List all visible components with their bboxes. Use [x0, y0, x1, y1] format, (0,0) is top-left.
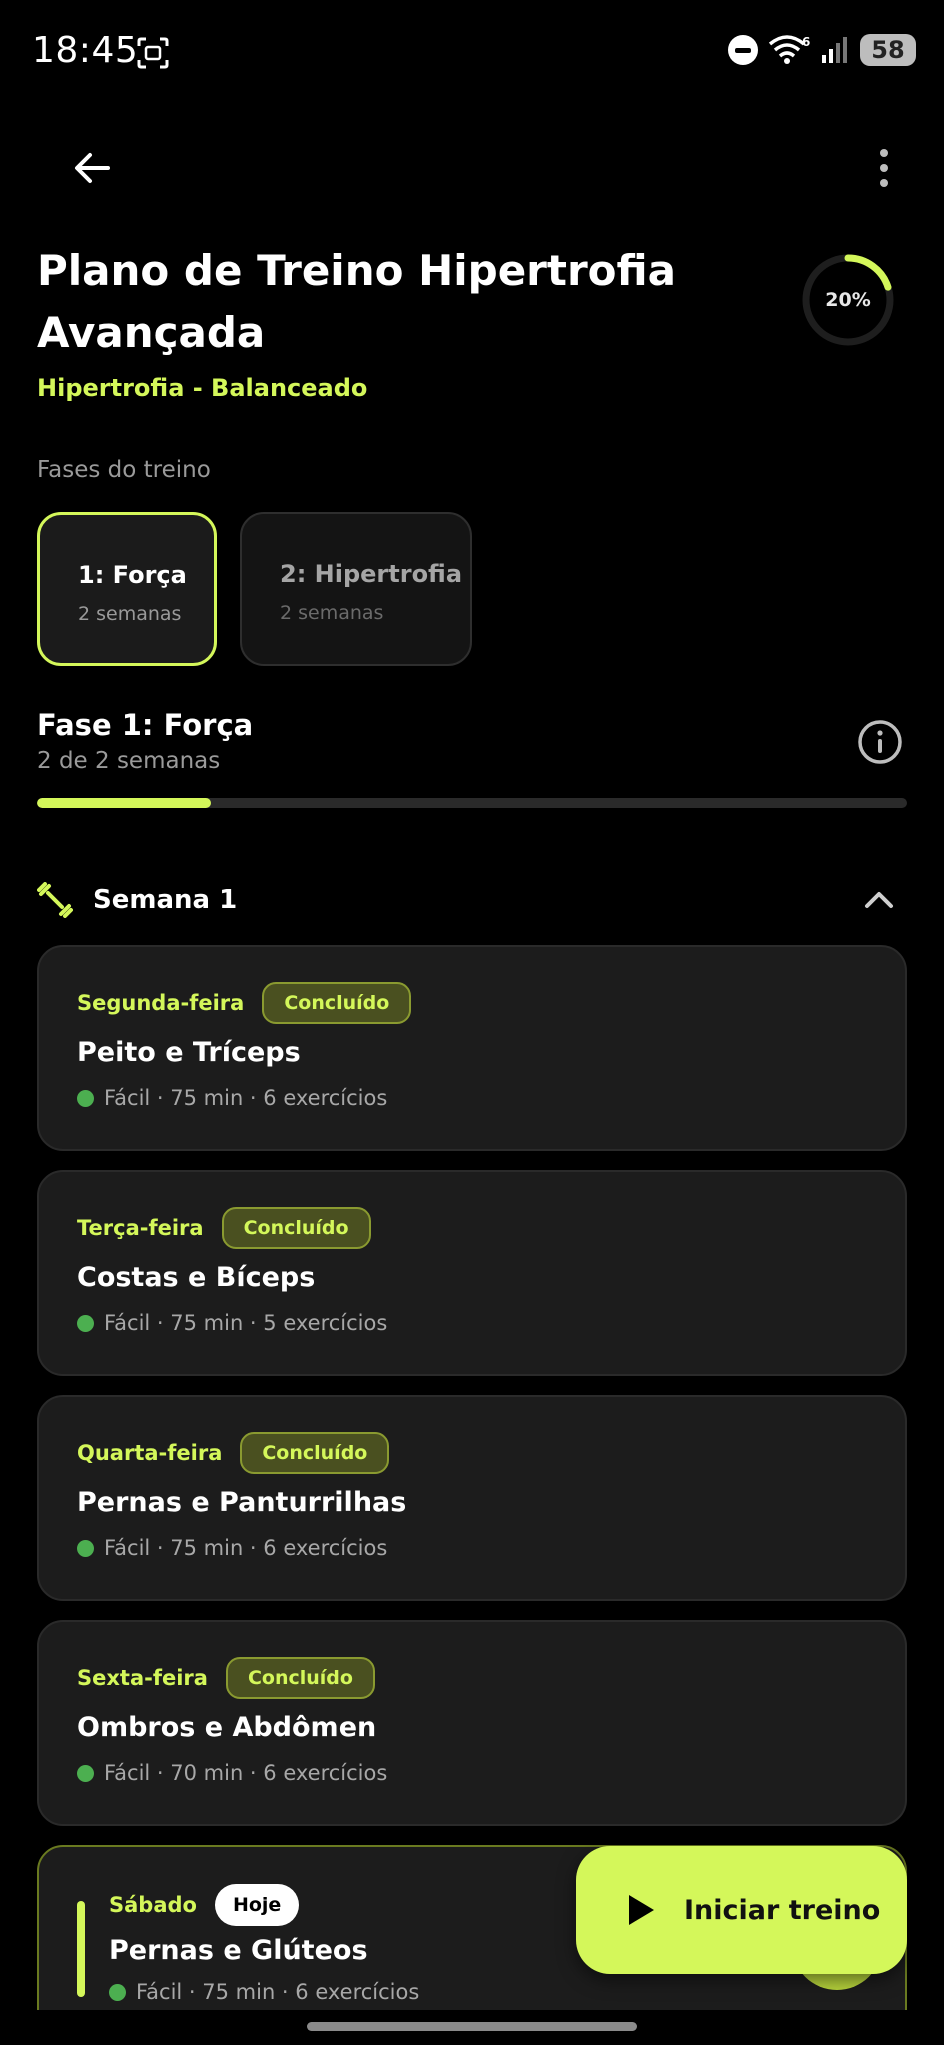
week-header[interactable]: Semana 1 — [37, 868, 907, 932]
workout-title: Costas e Bíceps — [77, 1262, 316, 1293]
plan-progress-label: 20% — [825, 289, 871, 311]
do-not-disturb-icon — [728, 35, 758, 65]
more-options-button[interactable] — [864, 140, 904, 196]
play-icon — [629, 1895, 654, 1925]
difficulty-dot-icon — [109, 1983, 126, 2001]
dumbbell-icon — [37, 882, 73, 918]
day-card-terca[interactable]: Terça-feira Concluído Costas e Bíceps Fá… — [37, 1170, 907, 1376]
more-dot-icon — [880, 179, 888, 187]
more-dot-icon — [880, 164, 888, 172]
signal-icon — [822, 37, 847, 63]
day-name: Terça-feira — [77, 1216, 204, 1240]
phase-weeks: 2 semanas — [280, 602, 384, 624]
phase-progress-fill — [37, 798, 211, 808]
day-name: Sexta-feira — [77, 1666, 208, 1690]
plan-subtitle: Hipertrofia - Balanceado — [37, 374, 368, 402]
day-name: Quarta-feira — [77, 1441, 223, 1465]
current-phase-subtitle: 2 de 2 semanas — [37, 748, 221, 774]
arrow-left-icon — [75, 153, 110, 183]
difficulty-dot-icon — [77, 1089, 94, 1107]
status-bar: 18:45 6 58 — [0, 0, 944, 108]
phase-weeks: 2 semanas — [78, 603, 182, 625]
phase-card-hipertrofia[interactable]: 2: Hipertrofia 2 semanas — [240, 512, 472, 666]
workout-meta: Fácil · 75 min · 6 exercícios — [136, 1980, 420, 2004]
plan-title: Plano de Treino Hipertrofia Avançada — [37, 246, 677, 357]
day-name: Sábado — [109, 1893, 197, 1917]
info-icon[interactable] — [856, 718, 904, 766]
completed-badge: Concluído — [221, 1207, 371, 1249]
today-badge: Hoje — [214, 1884, 300, 1926]
workout-plan-screen: 18:45 6 58 Plano de Treino Hipertrofia A… — [0, 0, 944, 2045]
screenshot-icon — [137, 37, 169, 69]
status-time: 18:45 — [32, 30, 139, 71]
difficulty-dot-icon — [77, 1764, 94, 1782]
phase-progress-bar — [37, 798, 907, 808]
difficulty-dot-icon — [77, 1314, 94, 1332]
more-dot-icon — [880, 149, 888, 157]
week-title: Semana 1 — [93, 885, 238, 915]
phases-label: Fases do treino — [37, 457, 211, 483]
workout-meta: Fácil · 75 min · 6 exercícios — [104, 1086, 388, 1110]
workout-meta: Fácil · 70 min · 6 exercícios — [104, 1761, 388, 1785]
completed-badge: Concluído — [262, 982, 412, 1024]
phase-name: 2: Hipertrofia — [280, 560, 463, 588]
workout-meta: Fácil · 75 min · 5 exercícios — [104, 1311, 388, 1335]
day-card-segunda[interactable]: Segunda-feira Concluído Peito e Tríceps … — [37, 945, 907, 1151]
day-card-quarta[interactable]: Quarta-feira Concluído Pernas e Panturri… — [37, 1395, 907, 1601]
wifi-generation-label: 6 — [802, 35, 810, 49]
day-name: Segunda-feira — [77, 991, 245, 1015]
day-card-sexta[interactable]: Sexta-feira Concluído Ombros e Abdômen F… — [37, 1620, 907, 1826]
chevron-up-icon[interactable] — [861, 882, 897, 918]
workout-meta: Fácil · 75 min · 6 exercícios — [104, 1536, 388, 1560]
current-phase-title: Fase 1: Força — [37, 708, 254, 742]
phase-card-forca[interactable]: 1: Força 2 semanas — [37, 512, 217, 666]
workout-title: Ombros e Abdômen — [77, 1712, 377, 1743]
home-indicator[interactable] — [307, 2022, 637, 2031]
difficulty-dot-icon — [77, 1539, 94, 1557]
workout-title: Peito e Tríceps — [77, 1037, 301, 1068]
status-icons: 6 58 — [728, 34, 916, 66]
today-accent-bar — [77, 1901, 85, 1997]
start-workout-label: Iniciar treino — [684, 1894, 881, 1926]
phase-name: 1: Força — [78, 561, 187, 589]
wifi-icon: 6 — [768, 35, 810, 64]
workout-title: Pernas e Panturrilhas — [77, 1487, 407, 1518]
start-workout-button[interactable]: Iniciar treino — [576, 1846, 907, 1974]
battery-indicator: 58 — [860, 34, 916, 66]
completed-badge: Concluído — [225, 1657, 375, 1699]
completed-badge: Concluído — [240, 1432, 390, 1474]
back-button[interactable] — [64, 140, 120, 196]
